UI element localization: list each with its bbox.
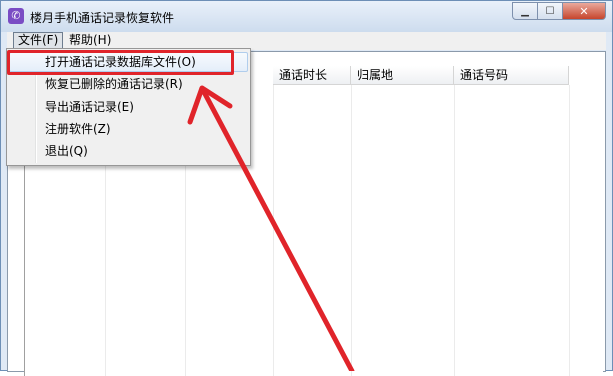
window-controls: ▁ ☐ ✕ — [512, 2, 606, 21]
menu-file[interactable]: 文件(F) — [13, 32, 64, 49]
maximize-button[interactable]: ☐ — [538, 2, 563, 20]
menu-help[interactable]: 帮助(H) — [65, 32, 115, 49]
grid-line — [351, 85, 352, 376]
title-bar[interactable]: ✆ 楼月手机通话记录恢复软件 ▁ ☐ ✕ — [1, 1, 612, 32]
column-header-duration[interactable]: 通话时长 — [273, 66, 351, 85]
column-header-phone-number[interactable]: 通话号码 — [454, 66, 569, 85]
grid-line — [569, 85, 570, 376]
window-title: 楼月手机通话记录恢复软件 — [30, 11, 175, 25]
minimize-button[interactable]: ▁ — [512, 2, 538, 20]
maximize-icon: ☐ — [545, 5, 555, 17]
menu-item-recover-deleted[interactable]: 恢复已删除的通话记录(R) — [9, 74, 248, 94]
menu-item-open-database[interactable]: 打开通话记录数据库文件(O) — [9, 52, 248, 72]
close-button[interactable]: ✕ — [563, 2, 606, 20]
close-icon: ✕ — [579, 4, 589, 18]
menu-item-register[interactable]: 注册软件(Z) — [9, 119, 248, 139]
minimize-icon: ▁ — [521, 5, 529, 17]
file-menu-dropdown: 打开通话记录数据库文件(O) 恢复已删除的通话记录(R) 导出通话记录(E) 注… — [6, 48, 251, 166]
menu-item-exit[interactable]: 退出(Q) — [9, 141, 248, 161]
menu-item-export[interactable]: 导出通话记录(E) — [9, 97, 248, 117]
phone-app-icon: ✆ — [8, 8, 24, 24]
grid-line — [454, 85, 455, 376]
column-header-location[interactable]: 归属地 — [351, 66, 454, 85]
grid-line — [273, 85, 274, 376]
